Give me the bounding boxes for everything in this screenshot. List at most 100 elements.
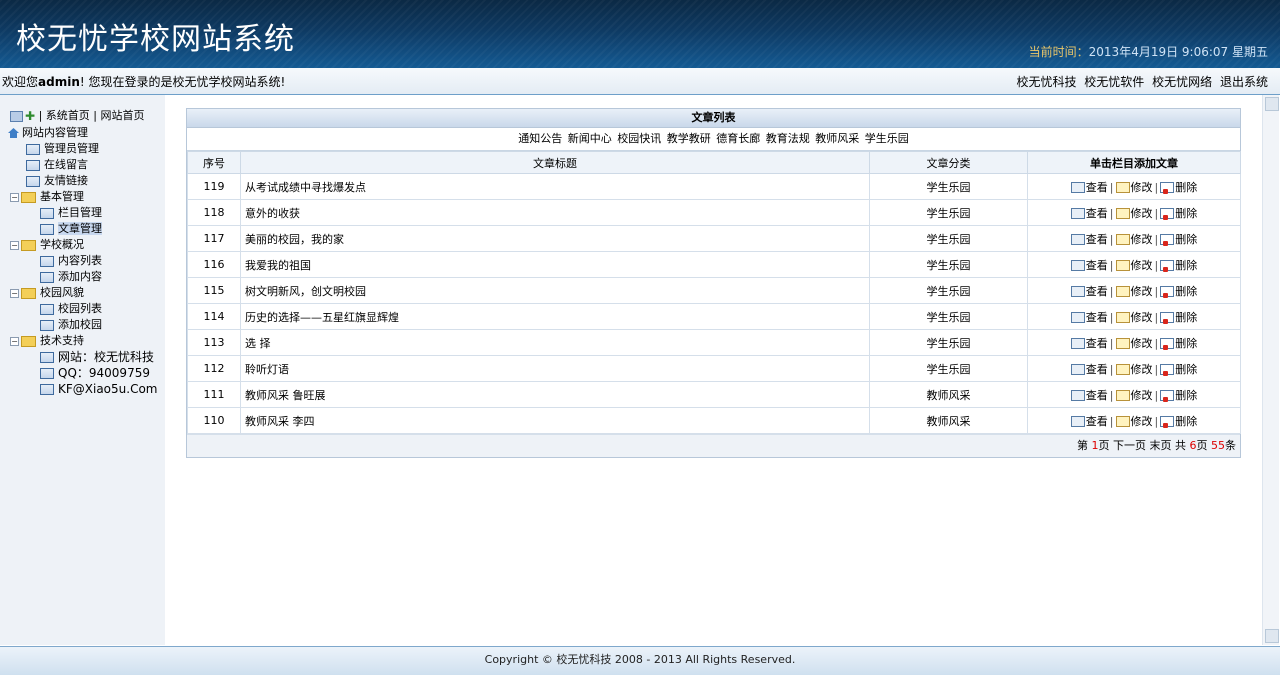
folder-icon [21, 191, 36, 203]
edit-button[interactable]: 修改 [1115, 389, 1153, 402]
row-title-link[interactable]: 教师风采 鲁旺展 [240, 381, 870, 408]
edit-button[interactable]: 修改 [1115, 181, 1153, 194]
sidebar-link-site-home[interactable]: 网站首页 [101, 109, 145, 122]
edit-button[interactable]: 修改 [1115, 337, 1153, 350]
link-company[interactable]: 校无忧科技 [1016, 75, 1076, 89]
collapse-icon[interactable]: − [10, 192, 19, 202]
row-category: 教师风采 [869, 407, 1028, 434]
view-icon [1070, 182, 1085, 193]
sidebar-item-guestbook[interactable]: 在线留言 [8, 157, 158, 173]
sidebar-item-qq[interactable]: QQ：94009759 [8, 365, 158, 381]
sidebar-item-campus-list[interactable]: 校园列表 [8, 301, 158, 317]
pager-total-count: 55 [1211, 439, 1225, 452]
sidebar-folder-basic[interactable]: − 基本管理 [8, 189, 158, 205]
pager-last-link[interactable]: 末页 [1150, 439, 1172, 452]
edit-button[interactable]: 修改 [1115, 284, 1153, 298]
delete-button[interactable]: 删除 [1160, 363, 1197, 376]
category-link[interactable]: 校园快讯 [617, 132, 661, 145]
tree-root[interactable]: 网站内容管理 [8, 125, 158, 141]
sidebar-item-label: 技术支持 [40, 334, 84, 347]
sidebar-folder-support[interactable]: − 技术支持 [8, 333, 158, 349]
category-link[interactable]: 通知公告 [518, 132, 562, 145]
row-title-link[interactable]: 美丽的校园，我的家 [240, 225, 870, 252]
view-button[interactable]: 查看 [1070, 285, 1108, 298]
view-button[interactable]: 查看 [1070, 389, 1108, 402]
sidebar-item-columns[interactable]: 栏目管理 [8, 205, 158, 221]
scroll-down-arrow-icon[interactable] [1265, 629, 1279, 643]
row-title-link[interactable]: 历史的选择——五星红旗显辉煌 [240, 303, 870, 330]
table-row: 111 教师风采 鲁旺展 教师风采 查看 | 修改 | 删除 [187, 381, 1241, 408]
view-button[interactable]: 查看 [1070, 311, 1108, 324]
delete-button[interactable]: 删除 [1160, 233, 1197, 246]
delete-button[interactable]: 删除 [1160, 181, 1197, 194]
category-link[interactable]: 教学教研 [667, 132, 711, 145]
view-button[interactable]: 查看 [1070, 259, 1108, 272]
delete-button[interactable]: 删除 [1160, 207, 1197, 220]
sidebar-folder-school[interactable]: − 学校概况 [8, 237, 158, 253]
col-header-actions[interactable]: 单击栏目添加文章 [1027, 151, 1241, 174]
sidebar-item-add-campus[interactable]: 添加校园 [8, 317, 158, 333]
row-title-link[interactable]: 教师风采 李四 [240, 407, 870, 434]
view-button[interactable]: 查看 [1070, 337, 1108, 350]
edit-button[interactable]: 修改 [1115, 233, 1153, 246]
collapse-icon[interactable]: − [10, 336, 19, 346]
view-button[interactable]: 查看 [1070, 233, 1108, 246]
sidebar-item-content-list[interactable]: 内容列表 [8, 253, 158, 269]
sidebar-item-articles[interactable]: 文章管理 [8, 221, 158, 237]
edit-button[interactable]: 修改 [1115, 363, 1153, 376]
article-list-panel: 文章列表 通知公告 新闻中心 校园快讯 教学教研 德育长廊 教育法规 教师风采 … [186, 108, 1241, 458]
row-title-link[interactable]: 树文明新风，创文明校园 [240, 277, 870, 304]
table-row: 115 树文明新风，创文明校园 学生乐园 查看 | 修改 | 删除 [187, 277, 1241, 304]
category-link[interactable]: 学生乐园 [865, 132, 909, 145]
logout-link[interactable]: 退出系统 [1220, 75, 1268, 89]
sidebar-folder-campus[interactable]: − 校园风貌 [8, 285, 158, 301]
delete-button[interactable]: 删除 [1160, 285, 1197, 298]
col-header-id: 序号 [187, 151, 241, 174]
sidebar-item-add-content[interactable]: 添加内容 [8, 269, 158, 285]
delete-icon [1160, 260, 1175, 272]
scroll-up-arrow-icon[interactable] [1265, 97, 1279, 111]
view-button[interactable]: 查看 [1070, 207, 1108, 220]
edit-label: 修改 [1130, 284, 1153, 298]
row-title-link[interactable]: 从考试成绩中寻找爆发点 [240, 173, 870, 200]
sidebar-item-email[interactable]: KF@Xiao5u.Com [8, 381, 158, 397]
category-link[interactable]: 教师风采 [815, 132, 859, 145]
row-actions: 查看 | 修改 | 删除 [1027, 277, 1241, 304]
sidebar-item-admin[interactable]: 管理员管理 [8, 141, 158, 157]
sidebar-item-website[interactable]: 网站：校无忧科技 [8, 349, 158, 365]
edit-button[interactable]: 修改 [1115, 415, 1153, 428]
row-category: 学生乐园 [869, 329, 1028, 356]
action-sep: | [1154, 232, 1159, 246]
category-link[interactable]: 新闻中心 [568, 132, 612, 145]
view-button[interactable]: 查看 [1070, 181, 1108, 194]
sidebar-link-system-home[interactable]: 系统首页 [46, 109, 90, 122]
sidebar-item-links[interactable]: 友情链接 [8, 173, 158, 189]
pager-text: 共 [1175, 439, 1186, 452]
delete-button[interactable]: 删除 [1160, 311, 1197, 324]
row-title-link[interactable]: 意外的收获 [240, 199, 870, 226]
delete-button[interactable]: 删除 [1160, 415, 1197, 428]
link-network[interactable]: 校无忧网络 [1152, 75, 1212, 89]
category-link[interactable]: 教育法规 [766, 132, 810, 145]
action-sep: | [1109, 206, 1114, 220]
edit-button[interactable]: 修改 [1115, 311, 1153, 324]
sidebar-item-label: 基本管理 [40, 190, 84, 203]
delete-button[interactable]: 删除 [1160, 337, 1197, 350]
collapse-icon[interactable]: − [10, 240, 19, 250]
table-header: 序号 文章标题 文章分类 单击栏目添加文章 [187, 151, 1241, 174]
collapse-icon[interactable]: − [10, 288, 19, 298]
view-button[interactable]: 查看 [1070, 415, 1108, 428]
link-software[interactable]: 校无忧软件 [1084, 75, 1144, 89]
pager-next-link[interactable]: 下一页 [1113, 439, 1146, 452]
edit-icon [1115, 416, 1130, 427]
row-title-link[interactable]: 聆听灯语 [240, 355, 870, 382]
edit-button[interactable]: 修改 [1115, 259, 1153, 272]
delete-button[interactable]: 删除 [1160, 259, 1197, 272]
delete-button[interactable]: 删除 [1160, 389, 1197, 402]
category-link[interactable]: 德育长廊 [716, 132, 760, 145]
page-scrollbar[interactable] [1262, 95, 1279, 645]
row-title-link[interactable]: 选 择 [240, 329, 870, 356]
edit-button[interactable]: 修改 [1115, 207, 1153, 220]
view-button[interactable]: 查看 [1070, 363, 1108, 376]
row-title-link[interactable]: 我爱我的祖国 [240, 251, 870, 278]
